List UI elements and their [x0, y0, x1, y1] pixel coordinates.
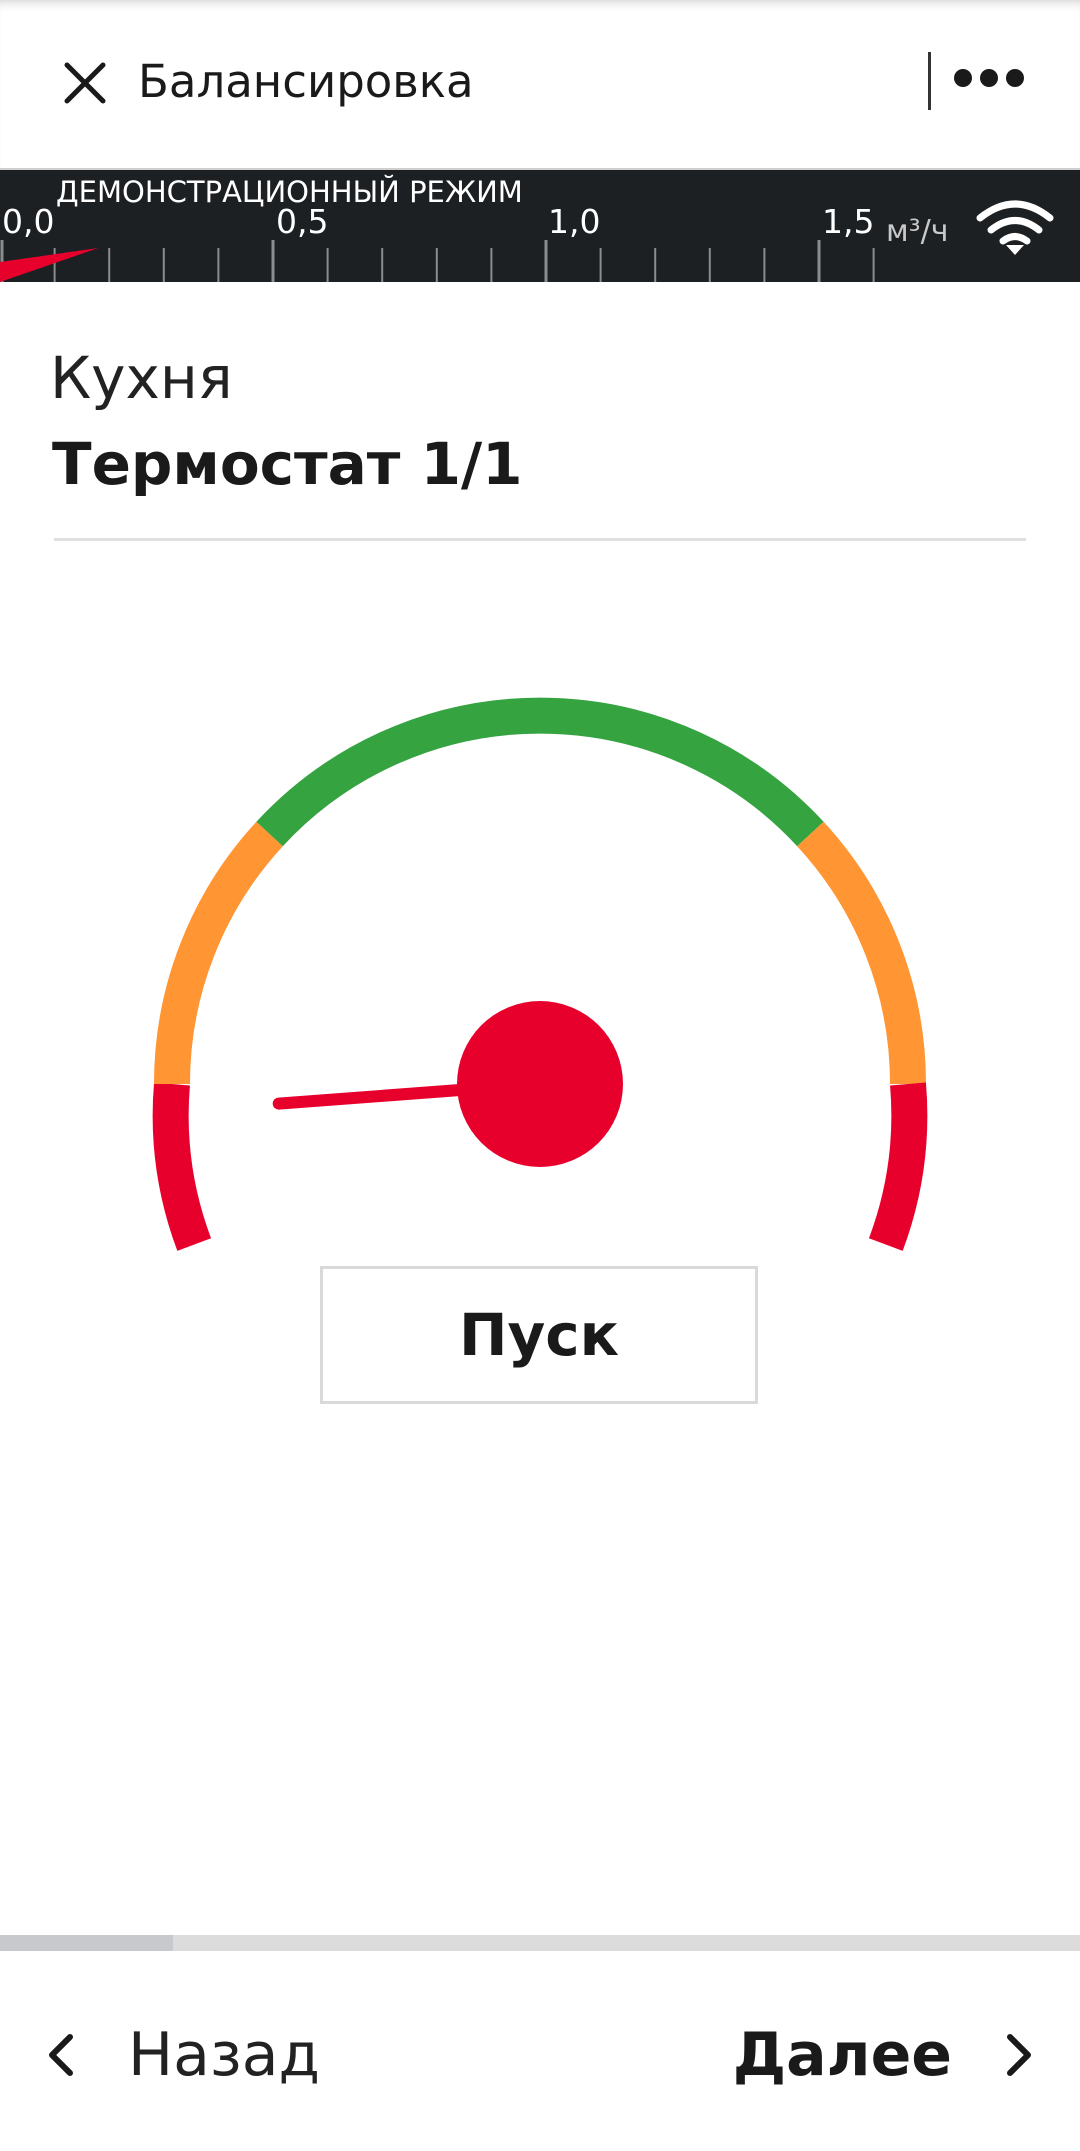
header-divider	[928, 52, 931, 110]
start-button[interactable]: Пуск	[320, 1266, 758, 1404]
back-label: Назад	[128, 2020, 321, 2090]
demo-flow-bar: ДЕМОНСТРАЦИОННЫЙ РЕЖИМ 0,0 0,5 1,0 1,5 м…	[0, 170, 1080, 282]
gauge-orange-left-segment	[153, 821, 283, 1085]
wizard-progress-fill	[0, 1935, 173, 1951]
flow-gauge	[152, 697, 928, 1251]
wizard-progress-bar	[0, 1935, 1080, 1951]
scale-label-3: 1,5	[822, 202, 875, 241]
app-bar: Балансировка	[0, 0, 1080, 170]
room-name: Кухня	[50, 344, 233, 412]
scale-ticks	[0, 240, 875, 282]
chevron-left-icon	[49, 2034, 73, 2076]
more-options-button[interactable]	[952, 52, 1026, 110]
scale-label-2: 1,0	[548, 202, 601, 241]
gauge-red-right-segment	[868, 1082, 928, 1251]
gauge-orange-right-segment	[797, 821, 927, 1085]
chevron-right-icon	[1007, 2034, 1031, 2076]
page-title: Балансировка	[138, 55, 474, 108]
gauge-red-left-segment	[152, 1082, 212, 1251]
back-button[interactable]: Назад	[40, 2010, 320, 2100]
close-icon	[64, 62, 106, 104]
scale-label-1: 0,5	[276, 202, 329, 241]
flow-indicator	[0, 248, 99, 282]
close-button[interactable]	[52, 50, 118, 116]
next-button[interactable]: Далее	[733, 2010, 1040, 2100]
gauge-hub	[457, 1001, 623, 1167]
content-divider	[54, 538, 1026, 541]
more-horizontal-icon	[954, 69, 1024, 87]
device-name: Термостат 1/1	[52, 430, 523, 498]
wifi-icon	[976, 198, 1054, 258]
next-label: Далее	[732, 2020, 952, 2090]
scale-label-0: 0,0	[2, 202, 55, 241]
unit-label: м³/ч	[886, 214, 949, 249]
gauge-green-segment	[256, 697, 824, 847]
